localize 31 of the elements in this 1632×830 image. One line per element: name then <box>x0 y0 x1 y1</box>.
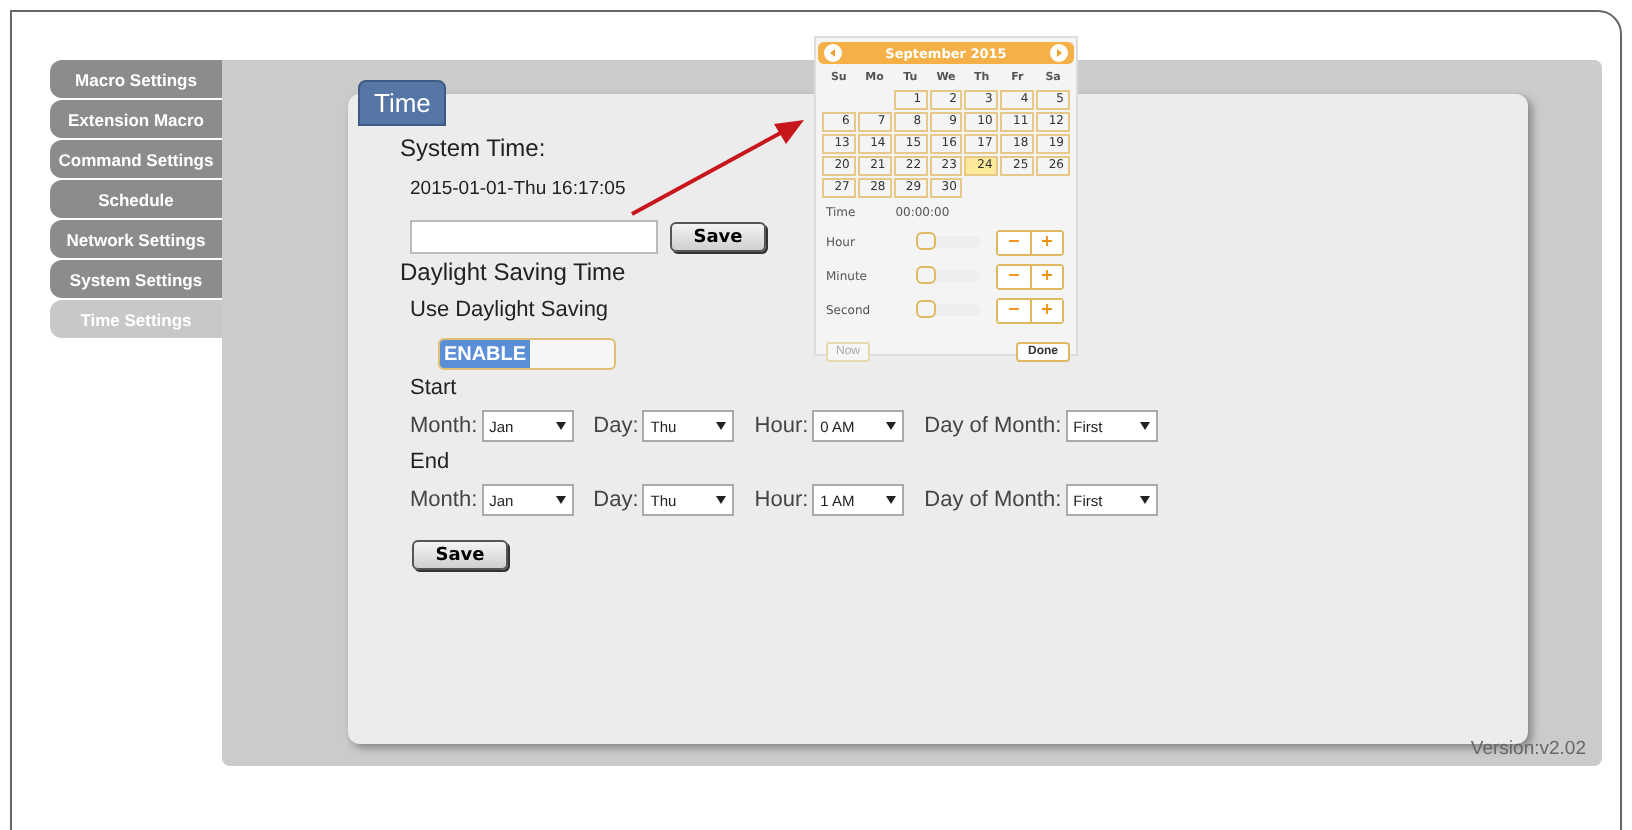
input-field[interactable] <box>410 220 658 254</box>
next-month-button[interactable] <box>1050 44 1068 62</box>
caret-icon <box>716 422 727 430</box>
system-time-value: 2015-01-01-Thu 16:17:05 <box>410 178 626 200</box>
field-label: Day: <box>593 414 639 438</box>
caret-icon <box>1139 422 1150 430</box>
field-label: Day of Month: <box>924 488 1062 512</box>
section-label: Start <box>410 376 457 400</box>
version-label: Version:v2.02 <box>1470 738 1586 760</box>
field-label: Hour: <box>754 488 809 512</box>
field-label: Day of Month: <box>924 414 1062 438</box>
field-label: Month: <box>410 414 478 438</box>
caret-icon <box>886 422 897 430</box>
field-label: Hour: <box>754 414 809 438</box>
previous-month-button[interactable] <box>824 44 842 62</box>
field-label: Month: <box>410 488 478 512</box>
caret-icon <box>555 496 566 504</box>
slider-handle[interactable] <box>916 266 936 284</box>
save-button[interactable]: Save <box>670 222 766 252</box>
setting-label: Use Daylight Saving <box>410 298 609 322</box>
slider-handle[interactable] <box>916 300 936 318</box>
caret-icon <box>886 496 897 504</box>
field-label: Day: <box>593 488 639 512</box>
section-label: End <box>410 450 450 474</box>
save-button[interactable]: Save <box>412 540 508 570</box>
slider-handle[interactable] <box>916 232 936 250</box>
caret-icon <box>555 422 566 430</box>
caret-icon <box>716 496 727 504</box>
section-heading: System Time: <box>400 134 546 162</box>
section-heading: Daylight Saving Time <box>400 258 626 286</box>
caret-icon <box>1139 496 1150 504</box>
